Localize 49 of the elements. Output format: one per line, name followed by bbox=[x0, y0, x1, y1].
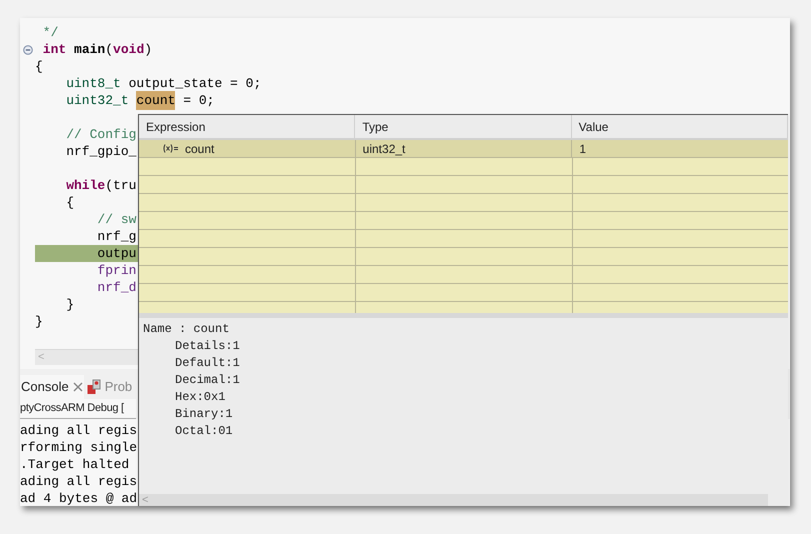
code-text: nrf_g bbox=[96, 228, 136, 246]
console-line: ad 4 bytes @ ad bbox=[20, 490, 138, 506]
code-text: ( bbox=[105, 40, 114, 59]
code-text: { bbox=[35, 58, 43, 76]
code-text: fprin bbox=[96, 262, 136, 280]
code-text: void bbox=[113, 40, 144, 59]
detail-line: Hex:0x1 bbox=[175, 389, 226, 405]
close-icon[interactable] bbox=[72, 382, 83, 392]
column-header[interactable]: Expression bbox=[139, 115, 356, 138]
code-text: ) bbox=[144, 40, 152, 59]
code-text: int bbox=[42, 40, 66, 59]
code-text: = 0; bbox=[182, 92, 214, 110]
console-line: rforming single bbox=[20, 439, 138, 455]
code-text: outpu bbox=[96, 244, 136, 263]
console-line: .Target halted bbox=[20, 456, 130, 472]
problems-icon bbox=[86, 379, 101, 395]
column-header[interactable]: Type bbox=[355, 115, 572, 138]
code-text: } bbox=[65, 296, 74, 314]
detail-line: Decimal:1 bbox=[175, 372, 240, 388]
code-text: main bbox=[73, 40, 106, 59]
code-text: nrf_d bbox=[96, 278, 136, 297]
code-text: { bbox=[65, 194, 74, 212]
variable-icon bbox=[163, 144, 179, 153]
code-text: count bbox=[136, 90, 176, 110]
code-text: */ bbox=[42, 24, 58, 42]
expression-row[interactable]: count uint32_t 1 bbox=[139, 140, 788, 158]
collapse-icon[interactable] bbox=[22, 44, 32, 54]
code-text: (tru bbox=[105, 176, 136, 195]
console-line: ading all regis bbox=[20, 422, 138, 438]
detail-line: Details:1 bbox=[175, 338, 240, 354]
detail-line: Binary:1 bbox=[175, 406, 233, 422]
launch-label: ptyCrossARM Debug [ bbox=[20, 399, 136, 419]
code-text: while bbox=[65, 176, 106, 195]
code-text: // sw bbox=[96, 210, 136, 229]
code-text: } bbox=[35, 312, 43, 331]
table-cell-text: uint32_t bbox=[362, 140, 406, 158]
detail-name: Name : count bbox=[143, 321, 230, 337]
view-tab[interactable]: Console bbox=[20, 375, 84, 399]
console-line: ading all regis bbox=[20, 473, 138, 489]
code-text: // Config bbox=[65, 126, 136, 144]
code-text: nrf_gpio_ bbox=[65, 142, 136, 161]
column-header[interactable]: Value bbox=[572, 115, 788, 138]
detail-line: Octal:01 bbox=[175, 423, 233, 439]
code-text: output_state = 0; bbox=[128, 74, 262, 93]
table-cell-text: 1 bbox=[579, 140, 586, 158]
table-cell-text: count bbox=[185, 140, 214, 158]
code-text: uint8_t bbox=[65, 74, 121, 93]
code-text: uint32_t bbox=[65, 92, 130, 110]
detail-line: Default:1 bbox=[175, 355, 240, 371]
